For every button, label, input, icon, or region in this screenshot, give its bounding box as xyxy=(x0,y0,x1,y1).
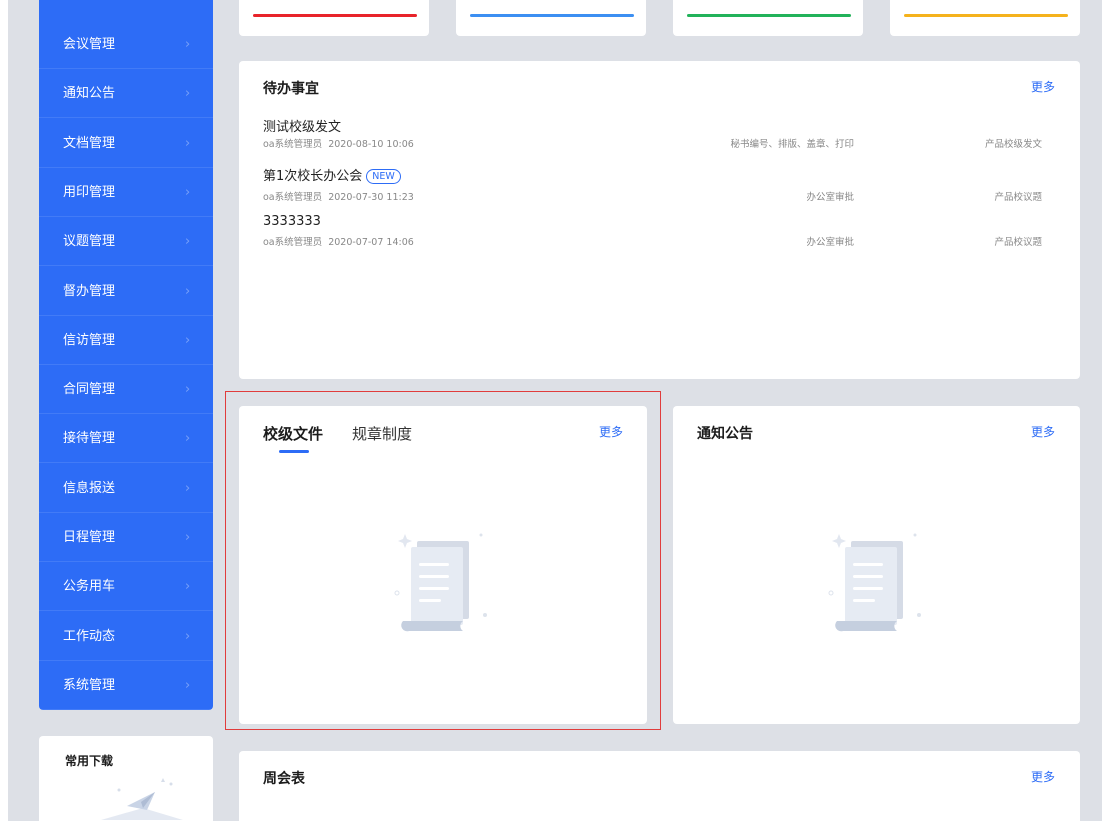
stat-card-1-bar xyxy=(253,14,417,17)
todo-item-date: 2020-07-30 11:23 xyxy=(328,192,414,203)
chevron-right-icon: › xyxy=(185,184,191,200)
sidebar-item-label: 议题管理 xyxy=(63,234,116,250)
sidebar-menu: 会议管理 › 通知公告 › 文档管理 › 用印管理 › 议题管理 › 督办管理 › 信访管理 › 合同管理 ›… xyxy=(39,0,213,710)
todo-item-title: 第1次校长办公会 NEW xyxy=(263,165,401,184)
todo-item-title-text: 测试校级发文 xyxy=(263,120,342,135)
sidebar-item-label: 信访管理 xyxy=(63,332,116,348)
active-tab-indicator xyxy=(279,450,309,453)
todo-item-meta: oa系统管理员 2020-07-07 14:06 xyxy=(263,234,414,248)
sidebar-item-label: 信息报送 xyxy=(63,480,116,496)
sidebar-item[interactable]: 公务用车 › xyxy=(39,562,213,612)
sidebar-item-label: 日程管理 xyxy=(63,530,116,545)
sidebar-item[interactable]: 会议管理 › xyxy=(39,20,213,69)
chevron-right-icon: › xyxy=(185,332,191,348)
sidebar-item[interactable]: 合同管理 › xyxy=(39,365,213,415)
todo-more-link[interactable]: 更多 xyxy=(1031,78,1055,95)
todo-item-author: oa系统管理员 xyxy=(263,139,323,150)
todo-item-title-text: 3333333 xyxy=(263,214,321,229)
page-canvas: 会议管理 › 通知公告 › 文档管理 › 用印管理 › 议题管理 › 督办管理 › 信访管理 › 合同管理 ›… xyxy=(8,0,1102,821)
sidebar-item[interactable]: 系统管理 › xyxy=(39,661,213,710)
todo-item-type: 产品校议题 xyxy=(994,192,1042,203)
todo-item-type: 产品校级发文 xyxy=(984,139,1042,150)
todo-item-title: 3333333 xyxy=(263,214,321,229)
todo-item-meta: oa系统管理员 2020-08-10 10:06 xyxy=(263,136,414,150)
chevron-right-icon: › xyxy=(185,677,191,693)
weekly-more-link[interactable]: 更多 xyxy=(1031,768,1055,785)
sidebar-item[interactable]: 接待管理 › xyxy=(39,414,213,464)
sidebar-item-label: 合同管理 xyxy=(63,382,116,398)
chevron-right-icon: › xyxy=(185,382,191,398)
notices-card: 通知公告 更多 xyxy=(673,406,1080,724)
sidebar-item-label: 系统管理 xyxy=(63,677,116,693)
chevron-right-icon: › xyxy=(185,480,191,496)
sidebar-item-label: 督办管理 xyxy=(63,283,116,299)
todo-item-title-text: 第1次校长办公会 xyxy=(263,169,363,184)
stat-card-3-bar xyxy=(687,14,851,17)
empty-document-icon xyxy=(394,533,487,632)
chevron-right-icon: › xyxy=(185,579,191,595)
sidebar-item[interactable]: 信访管理 › xyxy=(39,316,213,365)
documents-card: 校级文件 规章制度 更多 xyxy=(239,406,647,724)
stat-card-3[interactable] xyxy=(673,0,863,36)
sidebar-item-label: 文档管理 xyxy=(63,135,116,151)
sidebar-item[interactable]: 通知公告 › xyxy=(39,69,213,119)
chevron-right-icon: › xyxy=(185,234,191,250)
sidebar-item-label: 公务用车 xyxy=(63,579,116,595)
weekly-title: 周会表 xyxy=(263,771,305,787)
weekly-card: 周会表 更多 xyxy=(239,751,1080,821)
chevron-right-icon: › xyxy=(185,37,191,52)
todo-item-action: 秘书编号、排版、盖章、打印 xyxy=(730,139,854,150)
todo-item-date: 2020-07-07 14:06 xyxy=(328,237,414,248)
sidebar-item[interactable]: 日程管理 › xyxy=(39,513,213,562)
stat-card-2[interactable] xyxy=(456,0,646,36)
todo-item-action: 办公室审批 xyxy=(806,237,854,248)
chevron-right-icon: › xyxy=(185,628,191,644)
sidebar-item-label: 用印管理 xyxy=(63,184,116,200)
documents-more-link[interactable]: 更多 xyxy=(599,423,623,440)
sidebar-item-label: 会议管理 xyxy=(63,37,116,52)
chevron-right-icon: › xyxy=(185,530,191,545)
paper-plane-illustration xyxy=(101,778,183,820)
tab-regulations[interactable]: 规章制度 xyxy=(352,423,412,444)
stat-card-1[interactable] xyxy=(239,0,429,36)
downloads-title: 常用下载 xyxy=(65,754,114,768)
todo-item-author: oa系统管理员 xyxy=(263,237,323,248)
sidebar-item[interactable]: 信息报送 › xyxy=(39,464,213,513)
sidebar-item[interactable]: 文档管理 › xyxy=(39,119,213,168)
sidebar-item[interactable]: 工作动态 › xyxy=(39,612,213,661)
chevron-right-icon: › xyxy=(185,135,191,151)
downloads-card: 常用下载 xyxy=(39,736,213,821)
todo-item-title: 测试校级发文 xyxy=(263,116,341,135)
chevron-right-icon: › xyxy=(185,431,191,447)
stat-card-4[interactable] xyxy=(890,0,1080,36)
sidebar-item-label: 通知公告 xyxy=(63,86,116,102)
todo-card: 待办事宜 更多 测试校级发文 oa系统管理员 2020-08-10 10:06 … xyxy=(239,61,1080,379)
chevron-right-icon: › xyxy=(185,86,191,102)
todo-item-meta: oa系统管理员 2020-07-30 11:23 xyxy=(263,189,414,203)
sidebar-item[interactable]: 用印管理 › xyxy=(39,168,213,217)
tab-school-documents[interactable]: 校级文件 xyxy=(263,423,323,444)
sidebar-item-label: 工作动态 xyxy=(63,628,116,644)
stat-card-2-bar xyxy=(470,14,634,17)
sidebar-item-label: 接待管理 xyxy=(63,431,116,447)
todo-item-date: 2020-08-10 10:06 xyxy=(328,139,414,150)
sidebar-item[interactable]: 议题管理 › xyxy=(39,217,213,267)
new-badge: NEW xyxy=(366,169,401,184)
todo-item-author: oa系统管理员 xyxy=(263,192,323,203)
todo-title: 待办事宜 xyxy=(263,81,319,97)
stat-card-4-bar xyxy=(904,14,1068,17)
notices-more-link[interactable]: 更多 xyxy=(1031,423,1055,440)
chevron-right-icon: › xyxy=(185,283,191,299)
sidebar-item[interactable]: 督办管理 › xyxy=(39,267,213,316)
todo-item-type: 产品校议题 xyxy=(994,237,1042,248)
todo-item-action: 办公室审批 xyxy=(806,192,854,203)
empty-document-icon xyxy=(828,533,921,632)
notices-title: 通知公告 xyxy=(697,426,753,442)
